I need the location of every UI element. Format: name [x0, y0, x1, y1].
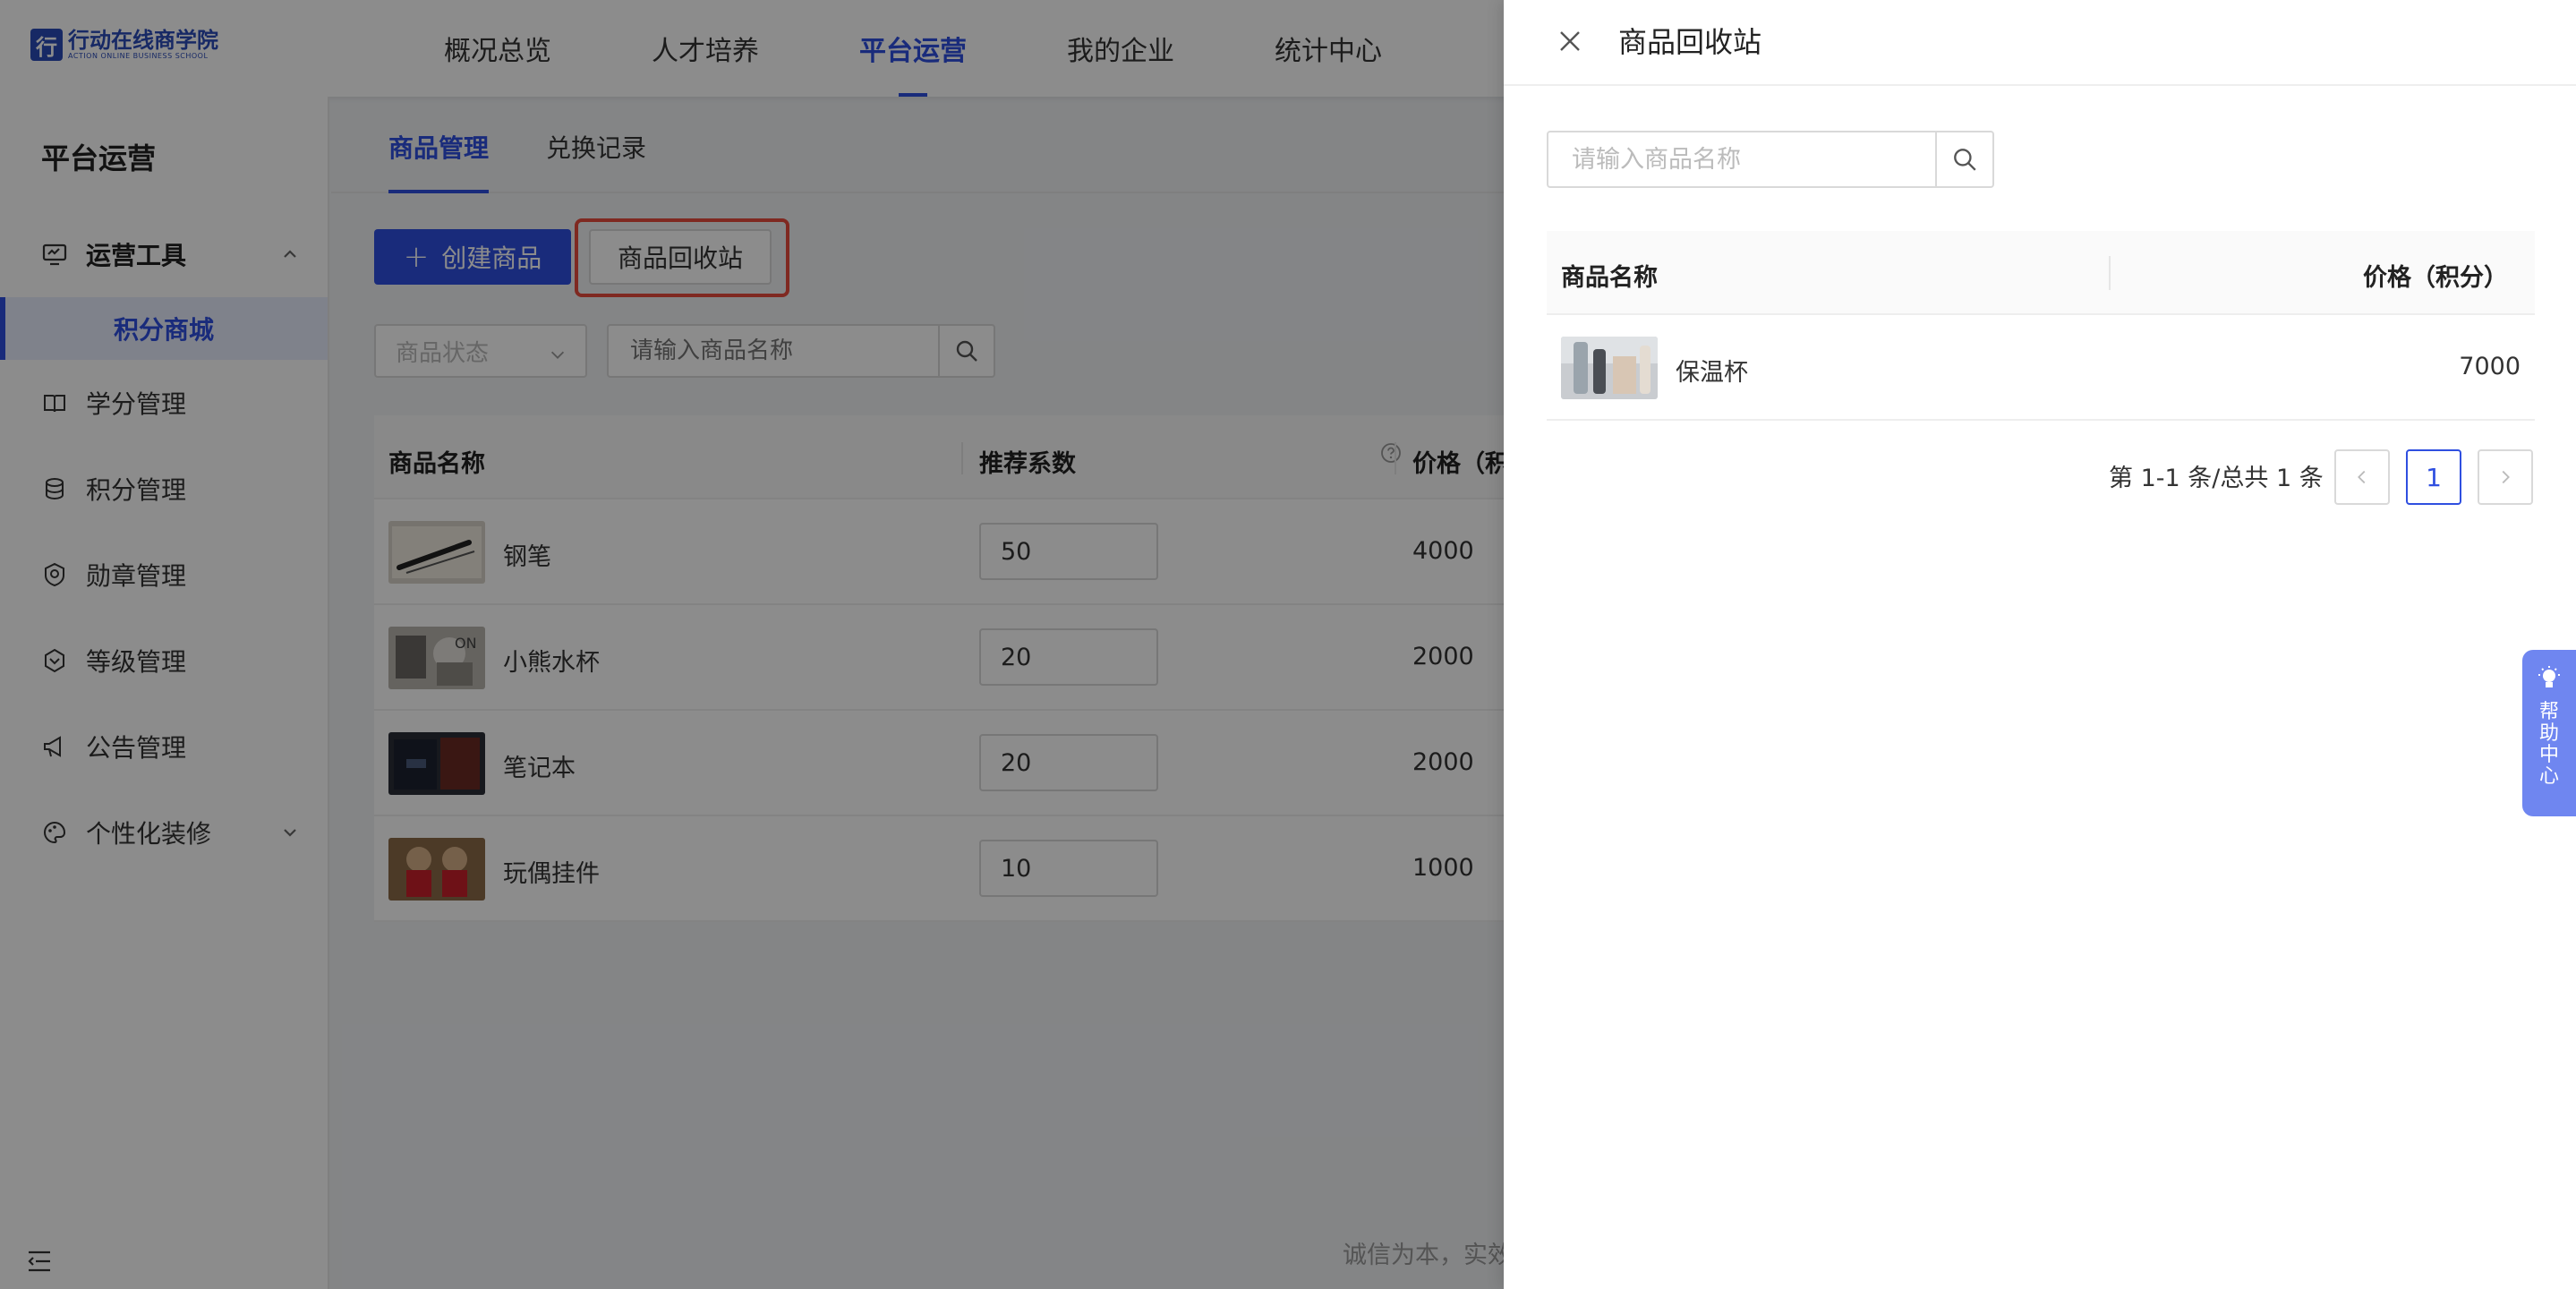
page-number-button[interactable]: 1 [2406, 449, 2461, 505]
table-header: 商品名称 价格（积分） [1547, 231, 2535, 315]
close-icon [1560, 31, 1580, 51]
drawer-search-button[interactable] [1935, 132, 1992, 186]
column-separator [2109, 256, 2111, 290]
table-row: 保温杯 7000 [1547, 315, 2535, 421]
help-center-tab[interactable]: 帮助中心 [2522, 650, 2576, 816]
drawer-title: 商品回收站 [1618, 25, 1762, 59]
next-page-button[interactable] [2478, 449, 2533, 505]
chevron-right-icon [2502, 470, 2510, 484]
drawer-header: 商品回收站 [1504, 0, 2576, 86]
lightbulb-icon [2538, 666, 2560, 687]
column-header-price: 价格（积分） [2363, 264, 2508, 292]
previous-page-button[interactable] [2334, 449, 2390, 505]
recycle-bin-drawer: 商品回收站 商品名称 价格（积分） 保温杯 7000 [1504, 0, 2576, 1289]
recycle-bin-table: 商品名称 价格（积分） 保温杯 7000 [1547, 231, 2535, 421]
drawer-search-box [1547, 131, 1994, 188]
product-price: 7000 [2459, 353, 2521, 380]
help-center-label: 帮助中心 [2538, 701, 2559, 788]
drawer-search-input[interactable] [1548, 132, 1937, 186]
search-icon [1954, 149, 1976, 171]
product-thumbnail-thermos [1561, 337, 1658, 399]
product-name: 保温杯 [1676, 359, 1748, 387]
column-header-name: 商品名称 [1561, 264, 1658, 292]
chevron-left-icon [2358, 470, 2366, 484]
pagination-info: 第 1-1 条/总共 1 条 [2109, 465, 2324, 492]
close-drawer-button[interactable] [1554, 25, 1586, 57]
